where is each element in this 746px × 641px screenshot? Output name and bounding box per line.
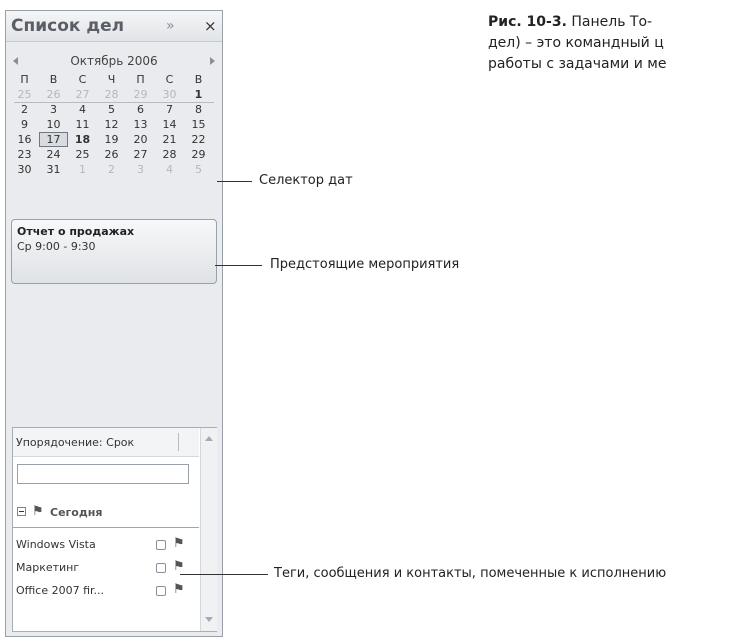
appointment-time: Ср 9:00 - 9:30 xyxy=(17,240,96,253)
flag-icon: ⚑ xyxy=(32,504,44,519)
calendar-day[interactable]: 21 xyxy=(155,132,184,147)
calendar-day[interactable]: 25 xyxy=(10,87,39,102)
calendar-day[interactable]: 28 xyxy=(155,147,184,162)
calendar-day[interactable]: 5 xyxy=(184,162,213,177)
task-list: Упорядочение: Срок ⚑ Сегодня Windows Vis… xyxy=(12,427,217,632)
upcoming-appointment[interactable]: Отчет о продажах Ср 9:00 - 9:30 xyxy=(11,219,217,284)
calendar-day[interactable]: 29 xyxy=(184,147,213,162)
weekday-header: П xyxy=(136,73,145,86)
sort-label: Упорядочение: Срок xyxy=(16,436,135,449)
calendar-day[interactable]: 2 xyxy=(97,162,126,177)
task-label: Маркетинг xyxy=(16,561,80,574)
calendar-day[interactable]: 28 xyxy=(97,87,126,102)
calendar-day[interactable]: 23 xyxy=(10,147,39,162)
new-task-input[interactable] xyxy=(17,464,189,484)
calendar-day[interactable]: 13 xyxy=(126,117,155,132)
scroll-up-icon[interactable] xyxy=(205,436,213,441)
calendar-day[interactable]: 11 xyxy=(68,117,97,132)
calendar-day[interactable]: 31 xyxy=(39,162,68,177)
callout-line xyxy=(217,181,252,182)
calendar-day[interactable]: 19 xyxy=(97,132,126,147)
calendar-day[interactable]: 20 xyxy=(126,132,155,147)
group-header-today[interactable]: ⚑ Сегодня xyxy=(17,504,197,520)
column-divider xyxy=(178,433,179,451)
task-complete-checkbox[interactable] xyxy=(156,540,166,550)
next-month-icon[interactable] xyxy=(210,57,215,65)
todo-bar-pane: Список дел » × Октябрь 2006 П В С Ч П С В 25 26 2… xyxy=(5,10,223,637)
caption-line-1: Рис. 10-3. Панель То- xyxy=(488,12,746,33)
task-label: Windows Vista xyxy=(16,538,96,551)
calendar-day[interactable]: 5 xyxy=(97,102,126,117)
calendar-day[interactable]: 25 xyxy=(68,147,97,162)
task-row[interactable]: Windows Vista ⚑ xyxy=(16,536,198,554)
calendar-day[interactable]: 10 xyxy=(39,117,68,132)
flag-icon[interactable]: ⚑ xyxy=(173,582,185,597)
close-pane-icon[interactable]: × xyxy=(204,17,217,35)
weekday-header: С xyxy=(78,73,87,86)
task-complete-checkbox[interactable] xyxy=(156,586,166,596)
calendar-day[interactable]: 17 xyxy=(39,132,68,147)
calendar-grid: П В С Ч П С В 25 26 27 28 29 30 1 2 3 4 5 6 7 8 9 10 11 12 13 14 15… xyxy=(10,72,213,177)
figure-caption: Рис. 10-3. Панель То- дел) – это командн… xyxy=(488,12,746,98)
task-complete-checkbox[interactable] xyxy=(156,563,166,573)
month-label: Октябрь 2006 xyxy=(70,54,158,68)
flag-icon[interactable]: ⚑ xyxy=(173,536,185,551)
scroll-down-icon[interactable] xyxy=(205,617,213,622)
calendar-day[interactable]: 9 xyxy=(10,117,39,132)
callout-date-selector: Селектор дат xyxy=(259,173,353,188)
calendar-day[interactable]: 4 xyxy=(68,102,97,117)
calendar-day[interactable]: 29 xyxy=(126,87,155,102)
calendar-day[interactable]: 18 xyxy=(68,132,97,147)
callout-tags: Теги, сообщения и контакты, помеченные к… xyxy=(274,566,667,581)
collapse-group-icon[interactable] xyxy=(17,507,26,516)
date-navigator: Октябрь 2006 П В С Ч П С В 25 26 27 28 29 30 1 2 3 4 5 6 7 8… xyxy=(6,49,222,209)
calendar-day[interactable]: 12 xyxy=(97,117,126,132)
calendar-day[interactable]: 15 xyxy=(184,117,213,132)
weekday-header: В xyxy=(194,73,203,86)
calendar-day[interactable]: 30 xyxy=(10,162,39,177)
calendar-day[interactable]: 6 xyxy=(126,102,155,117)
task-row[interactable]: Маркетинг ⚑ xyxy=(16,559,198,577)
task-scrollbar[interactable] xyxy=(200,428,217,631)
callout-line xyxy=(180,574,268,575)
pane-title: Список дел xyxy=(11,16,125,36)
calendar-day[interactable]: 4 xyxy=(155,162,184,177)
callout-line xyxy=(215,265,262,266)
calendar-day[interactable]: 22 xyxy=(184,132,213,147)
calendar-day[interactable]: 27 xyxy=(68,87,97,102)
callout-upcoming: Предстоящие мероприятия xyxy=(270,257,460,272)
caption-line-3: работы с задачами и ме xyxy=(488,56,667,72)
weekday-header: П xyxy=(20,73,29,86)
calendar-day[interactable]: 3 xyxy=(39,102,68,117)
calendar-day[interactable]: 30 xyxy=(155,87,184,102)
calendar-day[interactable]: 26 xyxy=(97,147,126,162)
calendar-day[interactable]: 27 xyxy=(126,147,155,162)
caption-line-2: дел) – это командный ц xyxy=(488,35,664,51)
calendar-day[interactable]: 1 xyxy=(184,87,213,102)
expand-pane-icon[interactable]: » xyxy=(166,18,175,34)
caption-text: Панель То- xyxy=(571,14,653,30)
task-sort-header[interactable]: Упорядочение: Срок xyxy=(13,428,199,457)
weekday-header: С xyxy=(165,73,174,86)
pane-header: Список дел » × xyxy=(6,11,222,42)
calendar-day[interactable]: 24 xyxy=(39,147,68,162)
weekday-header: В xyxy=(49,73,58,86)
group-divider xyxy=(13,527,199,528)
flag-icon[interactable]: ⚑ xyxy=(173,559,185,574)
calendar-day[interactable]: 16 xyxy=(10,132,39,147)
weekday-header: Ч xyxy=(107,73,116,86)
task-row[interactable]: Office 2007 fir... ⚑ xyxy=(16,582,198,600)
group-label: Сегодня xyxy=(50,506,103,519)
calendar-day[interactable]: 1 xyxy=(68,162,97,177)
figure-number: Рис. 10-3. xyxy=(488,14,567,30)
calendar-day[interactable]: 26 xyxy=(39,87,68,102)
calendar-day[interactable]: 3 xyxy=(126,162,155,177)
calendar-day[interactable]: 14 xyxy=(155,117,184,132)
calendar-day[interactable]: 2 xyxy=(10,102,39,117)
task-label: Office 2007 fir... xyxy=(16,584,105,597)
calendar-day[interactable]: 7 xyxy=(155,102,184,117)
calendar-day[interactable]: 8 xyxy=(184,102,213,117)
appointment-title: Отчет о продажах xyxy=(17,225,135,238)
